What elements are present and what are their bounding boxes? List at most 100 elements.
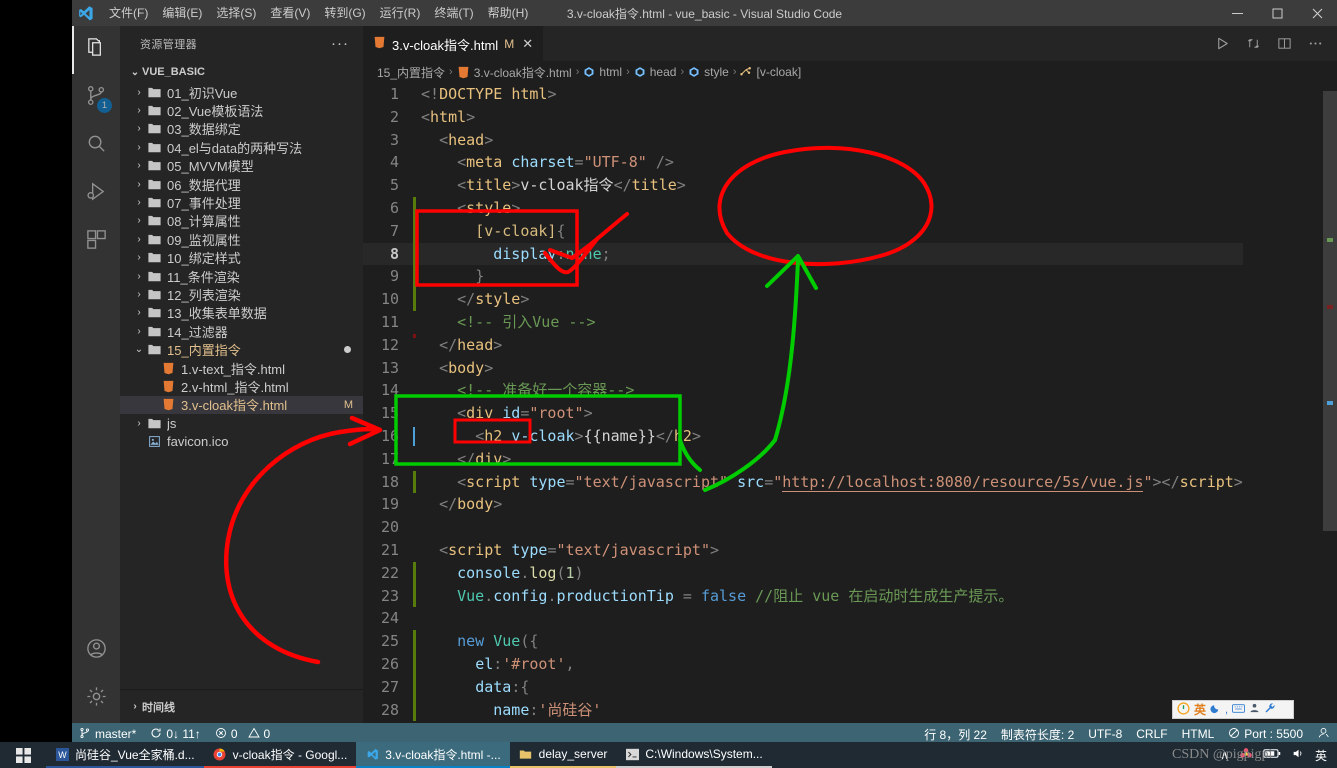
- code-line-text[interactable]: display:none;: [421, 243, 1243, 266]
- scrollbar-thumb[interactable]: [1323, 91, 1337, 531]
- code-line-text[interactable]: [421, 516, 1243, 539]
- code-line[interactable]: 28 name:'尚硅谷': [363, 698, 1243, 722]
- code-line-text[interactable]: <!DOCTYPE html>: [421, 83, 1243, 106]
- code-line-text[interactable]: }: [421, 265, 1243, 288]
- menu-help[interactable]: 帮助(H): [481, 3, 536, 24]
- split-compare-icon[interactable]: [1239, 30, 1267, 58]
- activity-run-debug[interactable]: [72, 170, 120, 218]
- chevron-right-icon[interactable]: ›: [132, 252, 146, 263]
- code-line-text[interactable]: </div>: [421, 448, 1243, 471]
- menu-view[interactable]: 查看(V): [263, 3, 317, 24]
- moon-icon[interactable]: [1210, 703, 1221, 717]
- breadcrumb-item[interactable]: [v-cloak]: [740, 65, 801, 79]
- chevron-right-icon[interactable]: ›: [132, 307, 146, 318]
- tree-file-row[interactable]: 2.v-html_指令.html: [120, 377, 363, 395]
- editor-actions[interactable]: [1208, 26, 1337, 61]
- code-line[interactable]: 4 <meta charset="UTF-8" />: [363, 151, 1243, 174]
- code-line-text[interactable]: </body>: [421, 493, 1243, 516]
- code-line[interactable]: 5 <title>v-cloak指令</title>: [363, 174, 1243, 197]
- tree-folder-row[interactable]: › 08_计算属性: [120, 212, 363, 230]
- taskbar-item[interactable]: W 尚硅谷_Vue全家桶.d...: [46, 742, 204, 768]
- windows-start-icon[interactable]: [0, 742, 46, 768]
- chevron-right-icon[interactable]: ›: [132, 105, 146, 116]
- code-line-text[interactable]: [421, 607, 1243, 630]
- minimize-button[interactable]: [1217, 0, 1257, 26]
- chevron-right-icon[interactable]: ›: [132, 326, 146, 337]
- breadcrumb[interactable]: 15_内置指令 › 3.v-cloak指令.html › html › head › style…: [363, 61, 1337, 83]
- activity-extensions[interactable]: [72, 218, 120, 266]
- activity-search[interactable]: [72, 122, 120, 170]
- chevron-right-icon[interactable]: ›: [132, 234, 146, 245]
- code-line[interactable]: 25 new Vue({: [363, 630, 1243, 653]
- punctuation-icon[interactable]: ,: [1225, 704, 1228, 716]
- chevron-right-icon[interactable]: ›: [132, 215, 146, 226]
- code-line-text[interactable]: <style>: [421, 197, 1243, 220]
- menu-edit[interactable]: 编辑(E): [155, 3, 209, 24]
- breadcrumb-item[interactable]: head: [634, 65, 676, 79]
- chevron-right-icon[interactable]: ›: [132, 123, 146, 134]
- chevron-down-icon[interactable]: ⌄: [132, 344, 146, 355]
- code-line[interactable]: 7 [v-cloak]{: [363, 219, 1243, 243]
- code-editor[interactable]: 1 <!DOCTYPE html> 2 <html> 3 <head> 4 <meta c…: [363, 83, 1337, 723]
- code-line-text[interactable]: name:'尚硅谷': [421, 699, 1243, 722]
- taskbar-item[interactable]: v-cloak指令 - Googl...: [203, 742, 357, 768]
- taskbar-item[interactable]: 3.v-cloak指令.html -...: [356, 742, 510, 768]
- code-line[interactable]: 12 </head>: [363, 333, 1243, 357]
- code-line[interactable]: 18 <script type="text/javascript" src="h…: [363, 470, 1243, 494]
- code-line-text[interactable]: Vue.config.productionTip = false //阻止 vu…: [421, 585, 1243, 608]
- activity-explorer[interactable]: [72, 26, 120, 74]
- tree-folder-row[interactable]: › 01_初识Vue: [120, 83, 363, 101]
- activity-bar[interactable]: 1: [72, 26, 120, 723]
- chevron-right-icon[interactable]: ›: [132, 271, 146, 282]
- code-line-text[interactable]: <div id="root">: [421, 402, 1243, 425]
- maximize-button[interactable]: [1257, 0, 1297, 26]
- tree-folder-row[interactable]: › 04_el与data的两种写法: [120, 138, 363, 156]
- editor-scrollbar[interactable]: [1323, 83, 1337, 723]
- breadcrumb-item[interactable]: style: [688, 65, 729, 79]
- code-line[interactable]: 21 <script type="text/javascript">: [363, 539, 1243, 562]
- volume-icon[interactable]: [1291, 747, 1305, 763]
- tree-folder-row[interactable]: › 13_收集表单数据: [120, 304, 363, 322]
- menu-file[interactable]: 文件(F): [102, 3, 155, 24]
- tree-folder-row[interactable]: › 07_事件处理: [120, 193, 363, 211]
- code-line[interactable]: 14 <!-- 准备好一个容器-->: [363, 379, 1243, 402]
- user-icon[interactable]: [1249, 702, 1260, 717]
- code-line-text[interactable]: [v-cloak]{: [421, 220, 1243, 243]
- code-line-text[interactable]: <body>: [421, 357, 1243, 380]
- breadcrumb-item[interactable]: 15_内置指令: [377, 64, 445, 81]
- code-line[interactable]: 15 <div id="root">: [363, 402, 1243, 425]
- tree-file-row[interactable]: 1.v-text_指令.html: [120, 359, 363, 377]
- code-line-text[interactable]: <h2 v-cloak>{{name}}</h2>: [421, 425, 1243, 448]
- code-line[interactable]: 6 <style>: [363, 196, 1243, 220]
- chevron-right-icon[interactable]: ›: [132, 179, 146, 190]
- tree-folder-row[interactable]: › 02_Vue模板语法: [120, 101, 363, 119]
- code-lines[interactable]: 1 <!DOCTYPE html> 2 <html> 3 <head> 4 <meta c…: [363, 83, 1243, 722]
- ime-chinese-icon[interactable]: 英: [1315, 747, 1327, 764]
- code-line-text[interactable]: <head>: [421, 129, 1243, 152]
- code-line-text[interactable]: <html>: [421, 106, 1243, 129]
- more-actions-icon[interactable]: ···: [331, 35, 355, 52]
- close-icon[interactable]: ✕: [522, 36, 533, 52]
- split-editor-icon[interactable]: [1270, 30, 1298, 58]
- code-line[interactable]: 1 <!DOCTYPE html>: [363, 83, 1243, 106]
- code-line-text[interactable]: new Vue({: [421, 630, 1243, 653]
- activity-source-control[interactable]: 1: [72, 74, 120, 122]
- tree-file-row[interactable]: 3.v-cloak指令.html M: [120, 395, 363, 415]
- sogou-logo-icon[interactable]: [1177, 701, 1190, 718]
- code-line-text[interactable]: <!-- 引入Vue -->: [421, 311, 1243, 334]
- tree-folder-row[interactable]: › 05_MVVM模型: [120, 157, 363, 175]
- code-line[interactable]: 10 </style>: [363, 288, 1243, 311]
- chevron-right-icon[interactable]: ›: [132, 160, 146, 171]
- code-line[interactable]: 13 <body>: [363, 357, 1243, 380]
- tree-folder-row[interactable]: › 09_监视属性: [120, 230, 363, 248]
- tree-folder-row[interactable]: › 11_条件渲染: [120, 267, 363, 285]
- menu-run[interactable]: 运行(R): [373, 3, 428, 24]
- breadcrumb-item[interactable]: 3.v-cloak指令.html: [457, 64, 572, 81]
- code-line[interactable]: 20: [363, 516, 1243, 539]
- tree-folder-row[interactable]: ⌄ 15_内置指令: [120, 340, 363, 358]
- menu-selection[interactable]: 选择(S): [209, 3, 263, 24]
- tree-folder-row[interactable]: › 14_过滤器: [120, 322, 363, 340]
- code-line[interactable]: 22 console.log(1): [363, 561, 1243, 585]
- tools-wrench-icon[interactable]: [1264, 702, 1276, 717]
- code-line-text[interactable]: console.log(1): [421, 562, 1243, 585]
